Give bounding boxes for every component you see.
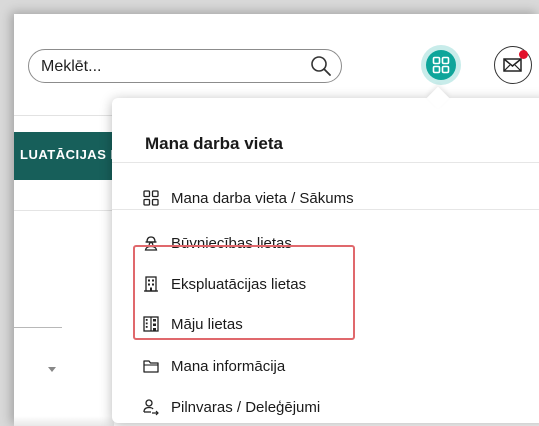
grid-icon [143,190,159,206]
dropdown-divider [112,162,539,163]
apps-grid-icon[interactable] [426,50,456,80]
messages-button[interactable] [494,46,532,84]
search-box[interactable]: Meklēt... [28,49,342,83]
workspace-dropdown-menu: Mana darba vieta Mana darba vieta / Sāku… [112,86,539,423]
dropdown-divider [112,209,539,210]
dropdown-pointer [426,86,450,110]
content-divider [14,210,114,211]
menu-item-home[interactable]: Mana darba vieta / Sākums [142,186,354,210]
nav-tab-label[interactable]: LUATĀCIJAS L [20,147,119,162]
user-delegate-icon [143,399,159,416]
highlight-annotation [133,245,355,340]
menu-item-label[interactable]: Pilnvaras / Deleģējumi [171,399,320,416]
dropdown-title: Mana darba vieta [145,134,283,153]
menu-item-authorizations[interactable]: Pilnvaras / Deleģējumi [142,395,320,419]
chevron-down-icon[interactable] [48,367,56,372]
search-input[interactable]: Meklēt... [41,58,101,76]
field-underline [14,327,62,328]
folder-icon [143,360,159,373]
page-edge [14,416,114,426]
notification-dot [519,50,528,59]
apps-button[interactable] [421,45,461,85]
menu-item-label[interactable]: Mana informācija [171,358,285,375]
search-icon[interactable] [310,55,332,77]
app-window: Meklēt... LUATĀCIJAS L Mana darba vieta … [14,14,539,426]
menu-item-label[interactable]: Mana darba vieta / Sākums [171,190,354,207]
menu-item-my-information[interactable]: Mana informācija [142,354,285,378]
